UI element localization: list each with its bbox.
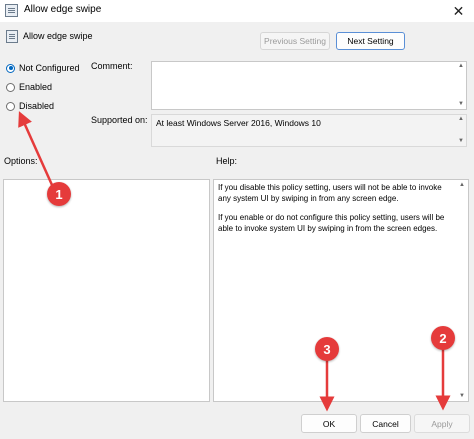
help-paragraph: If you disable this policy setting, user… bbox=[218, 183, 442, 203]
comment-label: Comment: bbox=[91, 61, 133, 71]
scroll-down-icon[interactable]: ▼ bbox=[459, 393, 465, 399]
options-label: Options: bbox=[4, 156, 38, 166]
help-text: If you disable this policy setting, user… bbox=[214, 180, 452, 234]
scroll-up-icon[interactable]: ▲ bbox=[458, 63, 464, 69]
radio-checked-icon bbox=[6, 63, 15, 73]
ok-button[interactable]: OK bbox=[301, 414, 357, 433]
scroll-down-icon[interactable]: ▼ bbox=[458, 138, 464, 144]
close-button[interactable]: ✕ bbox=[443, 0, 474, 22]
annotation-badge-2: 2 bbox=[431, 326, 455, 350]
scroll-down-icon[interactable]: ▼ bbox=[458, 101, 464, 107]
policy-document-icon bbox=[6, 30, 18, 43]
arrow-to-disabled bbox=[18, 111, 54, 186]
close-icon: ✕ bbox=[452, 2, 465, 19]
annotation-badge-1: 1 bbox=[47, 182, 71, 206]
previous-setting-button[interactable]: Previous Setting bbox=[260, 32, 330, 50]
radio-label: Enabled bbox=[19, 82, 53, 92]
cancel-button[interactable]: Cancel bbox=[360, 414, 411, 433]
radio-enabled[interactable]: Enabled bbox=[6, 82, 52, 92]
radio-label: Disabled bbox=[19, 101, 55, 111]
radio-disabled[interactable]: Disabled bbox=[6, 101, 54, 111]
scroll-up-icon[interactable]: ▲ bbox=[459, 182, 465, 188]
window-title: Allow edge swipe bbox=[24, 4, 102, 15]
supported-on-field: At least Windows Server 2016, Windows 10 bbox=[151, 114, 467, 147]
comment-field[interactable] bbox=[151, 61, 467, 110]
policy-document-icon bbox=[5, 4, 18, 17]
policy-title: Allow edge swipe bbox=[23, 31, 93, 41]
radio-unchecked-icon bbox=[6, 82, 15, 92]
supported-on-label: Supported on: bbox=[91, 115, 148, 125]
apply-button[interactable]: Apply bbox=[414, 414, 470, 433]
help-label: Help: bbox=[216, 156, 238, 166]
scroll-up-icon[interactable]: ▲ bbox=[458, 116, 464, 122]
next-setting-button[interactable]: Next Setting bbox=[336, 32, 405, 50]
radio-unchecked-icon bbox=[6, 101, 15, 111]
options-panel bbox=[3, 179, 210, 402]
annotation-badge-3: 3 bbox=[315, 337, 339, 361]
radio-not-configured[interactable]: Not Configured bbox=[6, 63, 80, 73]
help-paragraph: If you enable or do not configure this p… bbox=[218, 213, 445, 233]
help-panel: If you disable this policy setting, user… bbox=[213, 179, 469, 402]
supported-on-value: At least Windows Server 2016, Windows 10 bbox=[156, 118, 321, 128]
radio-label: Not Configured bbox=[19, 63, 80, 73]
